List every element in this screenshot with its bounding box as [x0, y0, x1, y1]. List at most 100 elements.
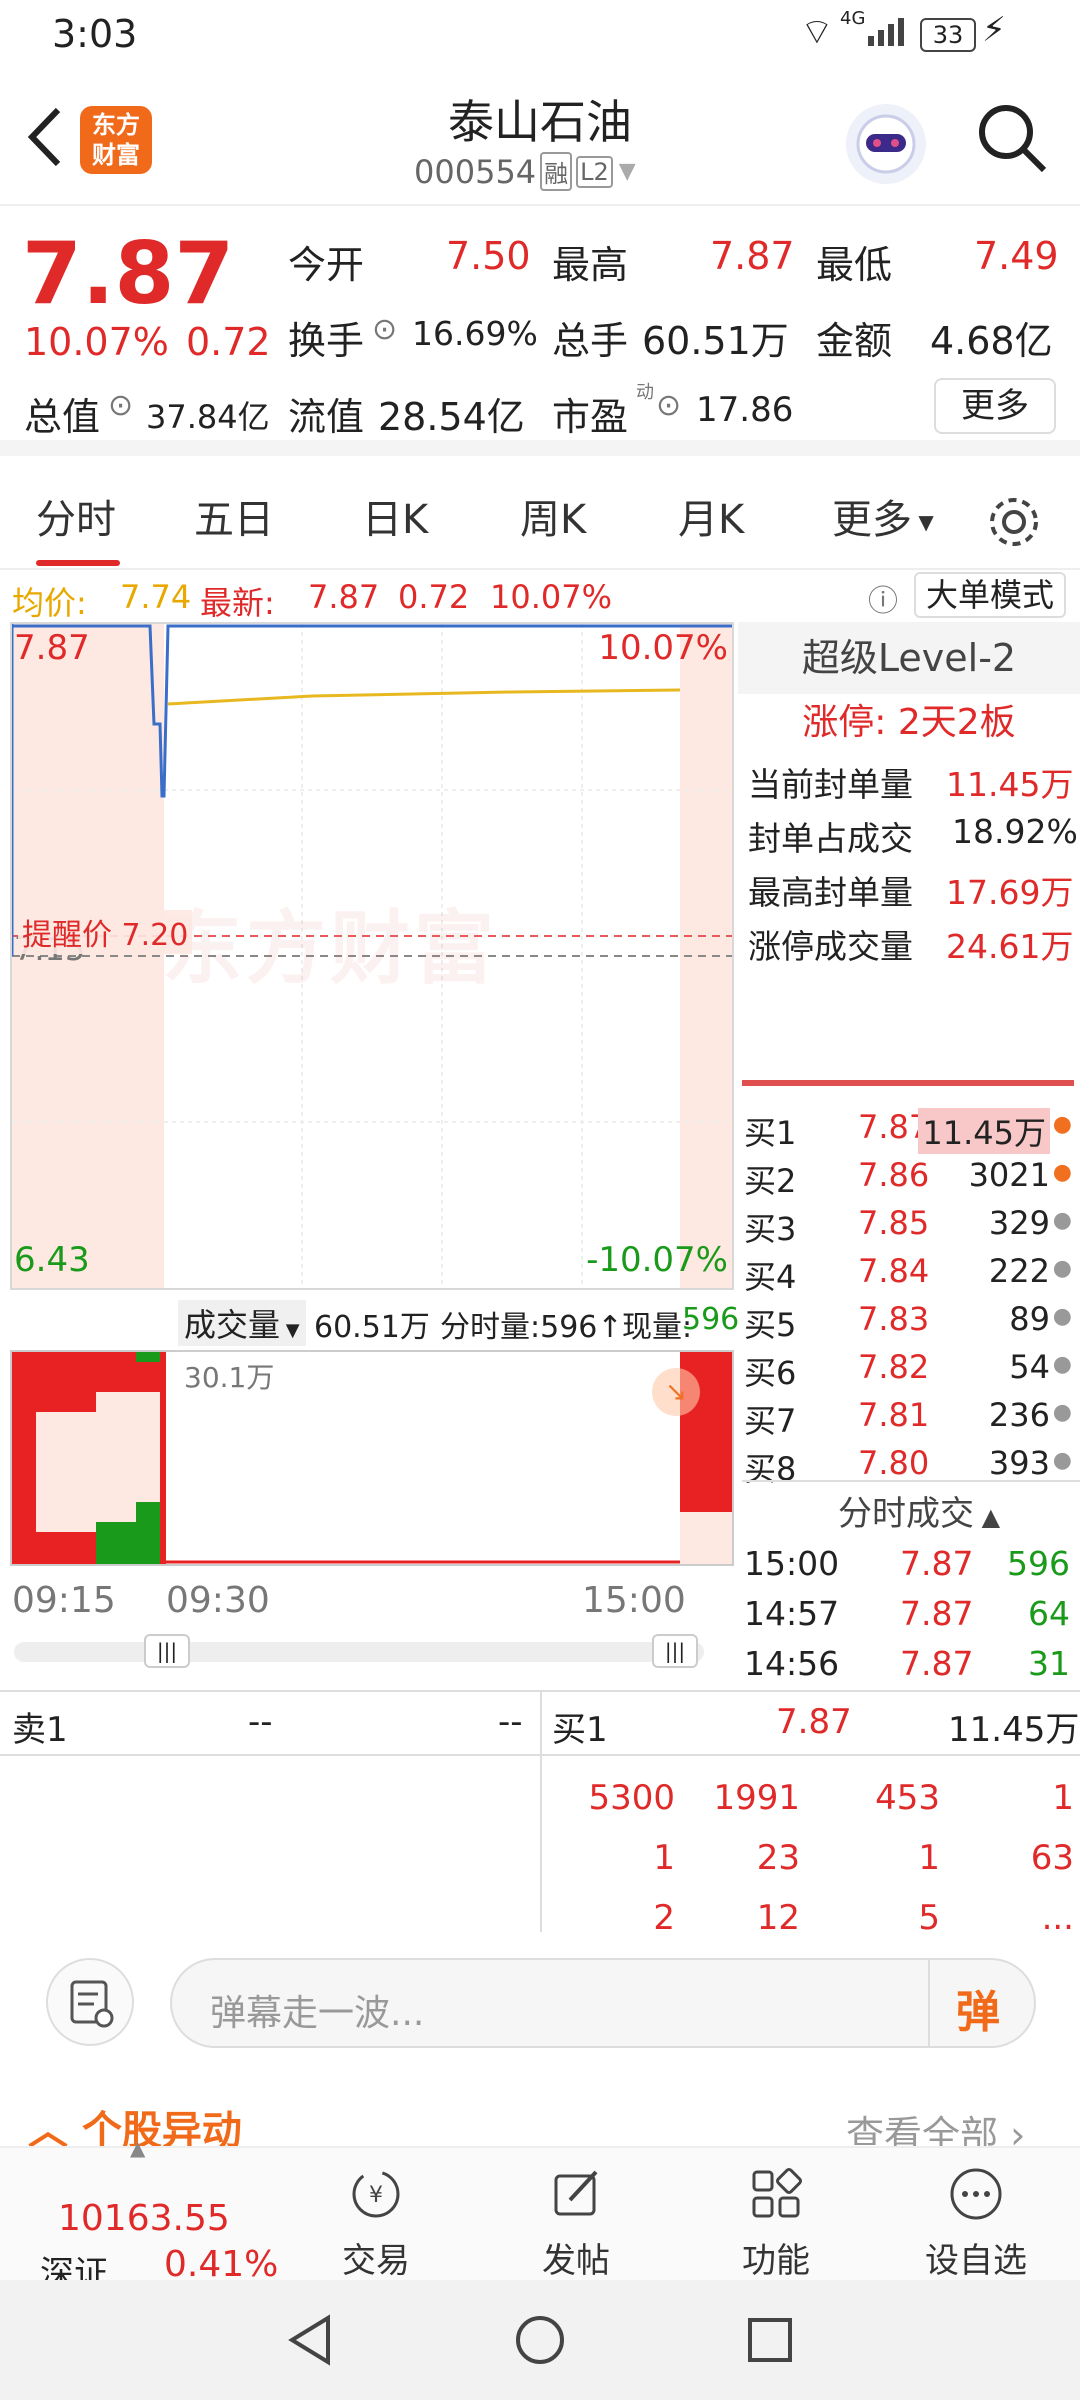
alert-price-label[interactable]: 提醒价 7.20 [18, 910, 193, 954]
volume-selector[interactable]: 成交量 ▼ [178, 1300, 306, 1346]
big-order-mode-button[interactable]: 大单模式 [914, 572, 1067, 618]
high-value: 7.87 [710, 234, 795, 278]
dot-icon: ● [1052, 1352, 1072, 1377]
range-handle-right[interactable]: ||| [652, 1634, 698, 1668]
status-time: 3:03 [52, 12, 138, 56]
battery-icon: 33 [920, 18, 976, 52]
bid-label: 买4 [744, 1258, 797, 1296]
status-bar: 3:03 ⌔ 4G 33 ⚡ [0, 0, 1080, 72]
danmu-send-button[interactable]: 弹 [956, 1976, 1000, 2040]
bid-volume: 89 [1009, 1300, 1050, 1338]
trade-time: 14:56 [744, 1644, 840, 1683]
buy1-label: 买1 [552, 1710, 608, 1750]
range-handle-left[interactable]: ||| [144, 1634, 190, 1668]
latest-change: 0.72 [398, 578, 470, 616]
system-nav-bar [0, 2280, 1080, 2400]
expand-arrow-icon[interactable]: ↘ [652, 1368, 700, 1416]
nav-post[interactable]: 发帖 [496, 2148, 656, 2282]
chart-bottom-pct: -10.07% [586, 1240, 728, 1280]
tab-more[interactable]: 更多 ▼ [832, 470, 934, 570]
volume-header: 成交量 ▼ 60.51万 分时量:596↑ 现量: 596 [10, 1294, 739, 1346]
latest-value: 7.87 [308, 578, 380, 616]
recents-square-icon[interactable] [740, 2310, 800, 2370]
more-button[interactable]: 更多 [934, 378, 1056, 434]
pe-sup: 动 [636, 382, 654, 403]
intraday-chart[interactable]: 东方财富 7.87 10.07% 7.15 提醒价 7.20 6.43 -10.… [10, 622, 734, 1290]
trade-row: 15:00 7.87 596 [742, 1540, 1072, 1592]
info-icon[interactable]: ⊙ [108, 388, 133, 423]
trade-volume: 31 [1028, 1644, 1070, 1683]
time-start: 09:15 [12, 1580, 116, 1621]
time-range-scrollbar[interactable] [14, 1642, 704, 1662]
home-circle-icon[interactable] [510, 2310, 570, 2370]
tab-weekly-k[interactable]: 周K [520, 470, 586, 570]
bid-label: 买8 [744, 1450, 797, 1488]
settings-gear-icon[interactable] [986, 494, 1042, 550]
trade-volume: 596 [1007, 1544, 1070, 1583]
queue-order-volume: 23 [756, 1838, 800, 1878]
latest-label: 最新: [200, 584, 275, 622]
avg-label: 均价: [12, 584, 87, 622]
dot-icon: ● [1052, 1256, 1072, 1281]
turnover-value: 16.69% [412, 314, 538, 353]
now-value: 596 [682, 1302, 740, 1337]
help-icon[interactable]: ⓘ [868, 576, 898, 620]
trades-title[interactable]: 分时成交 ▲ [838, 1486, 1000, 1535]
trade-row: 14:57 7.87 64 [742, 1590, 1072, 1642]
volume-scale: 30.1万 [184, 1361, 275, 1394]
search-icon[interactable] [974, 100, 1050, 176]
robot-assistant-icon[interactable] [846, 104, 926, 184]
seal-stat-value-2: 17.69万 [946, 873, 1074, 912]
seal-stat-value-3: 24.61万 [946, 927, 1074, 966]
low-value: 7.49 [974, 234, 1059, 278]
trade-row: 14:56 7.87 31 [742, 1640, 1072, 1692]
sell1-price: -- [248, 1702, 273, 1742]
danmu-input[interactable]: 弹幕走一波... 弹 [170, 1958, 1036, 2048]
nav-trade[interactable]: ¥ 交易 [296, 2148, 456, 2282]
nav-add-watchlist[interactable]: 设自选 [896, 2148, 1056, 2282]
queue-order-volume: 12 [756, 1898, 800, 1938]
bid-row[interactable]: 买3 7.85 329 ● [742, 1200, 1072, 1248]
notes-icon[interactable] [46, 1958, 134, 2046]
mcap-label: 总值 [24, 395, 101, 439]
tab-five-day[interactable]: 五日 [194, 470, 274, 570]
buy1-price: 7.87 [776, 1702, 852, 1742]
tab-monthly-k[interactable]: 月K [678, 470, 744, 570]
index-value[interactable]: 10163.55 [58, 2198, 230, 2239]
volume-chart[interactable]: 30.1万 ↘ [10, 1350, 734, 1566]
bid-row[interactable]: 买4 7.84 222 ● [742, 1248, 1072, 1296]
volume-total: 60.51万 [314, 1310, 430, 1345]
dot-icon: ● [1052, 1208, 1072, 1233]
change-percent: 10.07% [24, 320, 169, 364]
danmu-placeholder: 弹幕走一波... [210, 1993, 425, 2034]
bid-label: 买1 [744, 1114, 797, 1152]
bid-row[interactable]: 买7 7.81 236 ● [742, 1392, 1072, 1440]
bid-row[interactable]: 买2 7.86 3021 ● [742, 1152, 1072, 1200]
mcap-value: 37.84亿 [146, 398, 270, 436]
quote-panel: 7.87 10.07% 0.72 今开 7.50 最高 7.87 最低 7.49… [0, 206, 1080, 456]
chart-info-bar: 均价: 7.74 最新: 7.87 0.72 10.07% ⓘ 大单模式 [0, 570, 1080, 622]
bid-row[interactable]: 买5 7.83 89 ● [742, 1296, 1072, 1344]
dot-icon: ● [1052, 1448, 1072, 1473]
bid-row[interactable]: 买6 7.82 54 ● [742, 1344, 1072, 1392]
sell1-label: 卖1 [12, 1710, 68, 1750]
bid-volume: 222 [988, 1252, 1050, 1290]
tab-intraday[interactable]: 分时 [36, 470, 116, 570]
bid-volume: 329 [988, 1204, 1050, 1242]
level2-title[interactable]: 超级Level-2 [738, 622, 1080, 694]
nav-functions[interactable]: 功能 [696, 2148, 856, 2282]
info-icon[interactable]: ⊙ [372, 312, 397, 347]
back-triangle-icon[interactable] [280, 2310, 340, 2370]
low-label: 最低 [816, 243, 893, 287]
tab-daily-k[interactable]: 日K [362, 470, 428, 570]
info-icon[interactable]: ⊙ [656, 388, 681, 423]
seal-stat-label-3: 涨停成交量 [748, 927, 913, 966]
trade-time: 14:57 [744, 1594, 840, 1633]
seal-stat-label-0: 当前封单量 [748, 765, 913, 804]
bid-label: 买5 [744, 1306, 797, 1344]
bid-row[interactable]: 买1 7.87 11.45万 ● [742, 1104, 1072, 1154]
bid-volume: 3021 [968, 1156, 1050, 1194]
chart-bottom-price: 6.43 [14, 1240, 90, 1280]
stock-code-row[interactable]: 000554 融 L2 ▼ [414, 152, 636, 191]
latest-pct: 10.07% [490, 578, 613, 616]
